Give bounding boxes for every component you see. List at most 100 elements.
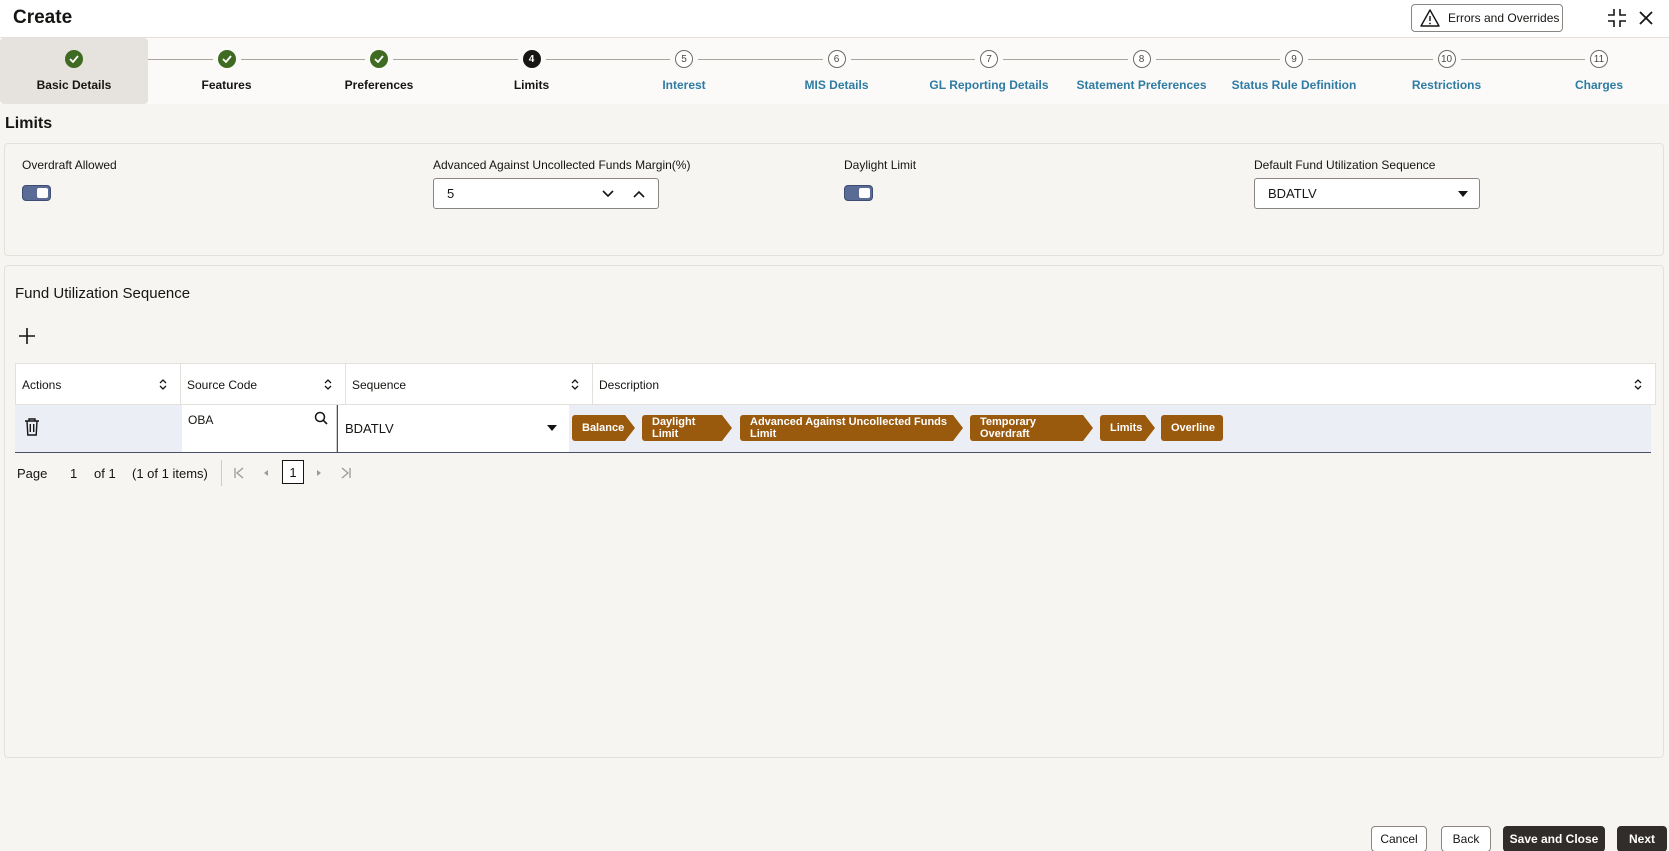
step-label: Preferences — [344, 78, 414, 92]
collapse-icon[interactable] — [1607, 8, 1627, 28]
chevron-down-icon[interactable] — [602, 189, 614, 199]
step-number: 10 — [1437, 50, 1456, 68]
default-fus-select[interactable]: BDATLV — [1254, 178, 1480, 209]
overdraft-allowed-toggle[interactable] — [22, 185, 51, 201]
sequence-select[interactable]: BDATLV — [337, 405, 569, 452]
aucf-margin-label: Advanced Against Uncollected Funds Margi… — [433, 158, 691, 172]
errors-and-overrides-label: Errors and Overrides — [1448, 11, 1560, 25]
default-fus-value: BDATLV — [1268, 186, 1317, 201]
step-label: Charges — [1574, 78, 1624, 92]
section-title: Limits — [5, 115, 53, 132]
chip-balance: Balance — [572, 415, 635, 441]
step-gl-reporting-details[interactable]: 7 GL Reporting Details — [915, 38, 1063, 104]
step-preferences[interactable]: Preferences — [305, 38, 453, 104]
step-number: 9 — [1285, 50, 1303, 68]
sort-icon[interactable] — [570, 378, 580, 391]
step-label: Features — [201, 78, 252, 92]
page-total: of 1 — [94, 466, 116, 481]
step-number: 6 — [827, 50, 846, 68]
check-icon — [65, 50, 83, 68]
column-label: Actions — [22, 377, 62, 392]
toggle-knob — [37, 188, 48, 198]
aucf-margin-value: 5 — [447, 186, 455, 201]
step-statement-preferences[interactable]: 8 Statement Preferences — [1068, 38, 1216, 104]
step-label: GL Reporting Details — [929, 78, 1049, 92]
chevron-up-icon[interactable] — [633, 189, 645, 199]
close-icon[interactable] — [1637, 9, 1655, 27]
source-code-field[interactable]: OBA — [182, 405, 337, 452]
last-page-icon[interactable] — [340, 466, 352, 480]
fus-table: Actions Source Code Sequence Description… — [15, 363, 1656, 453]
step-charges[interactable]: 11 Charges — [1525, 38, 1669, 104]
column-label: Description — [599, 377, 660, 392]
current-page-button[interactable]: 1 — [282, 460, 304, 484]
check-icon — [217, 50, 236, 68]
overdraft-allowed-label: Overdraft Allowed — [22, 158, 117, 172]
step-limits[interactable]: 4 Limits — [458, 38, 606, 104]
step-label: Basic Details — [36, 78, 112, 92]
pager-divider — [221, 460, 222, 486]
aucf-margin-stepper[interactable]: 5 — [433, 178, 659, 209]
save-and-close-button[interactable]: Save and Close — [1503, 826, 1605, 851]
column-label: Source Code — [187, 377, 258, 392]
step-number: 5 — [675, 50, 693, 68]
previous-page-icon[interactable] — [260, 466, 272, 480]
sort-icon[interactable] — [323, 378, 333, 391]
step-mis-details[interactable]: 6 MIS Details — [763, 38, 911, 104]
step-label: Interest — [662, 78, 706, 92]
next-button[interactable]: Next — [1617, 826, 1667, 851]
step-label: Status Rule Definition — [1231, 78, 1357, 92]
caret-down-icon — [1458, 191, 1468, 197]
cancel-button[interactable]: Cancel — [1371, 826, 1427, 851]
step-interest[interactable]: 5 Interest — [610, 38, 758, 104]
errors-and-overrides-button[interactable]: Errors and Overrides — [1411, 4, 1563, 32]
step-label: Restrictions — [1411, 78, 1482, 92]
step-label: Limits — [513, 78, 550, 92]
chip-daylight-limit: Daylight Limit — [642, 415, 732, 441]
sort-icon[interactable] — [1633, 378, 1643, 391]
column-header-actions[interactable]: Actions — [16, 364, 181, 405]
step-number: 7 — [980, 50, 998, 68]
chip-temporary-overdraft: Temporary Overdraft — [970, 415, 1093, 441]
table-row[interactable]: OBA BDATLV Balance Daylight Limit Advanc… — [15, 405, 1651, 453]
step-label: MIS Details — [804, 78, 869, 92]
caret-down-icon — [547, 425, 557, 431]
source-code-value: OBA — [188, 413, 214, 427]
first-page-icon[interactable] — [233, 466, 245, 480]
table-header: Actions Source Code Sequence Description — [15, 363, 1656, 405]
trash-icon[interactable] — [24, 418, 40, 436]
column-header-source-code[interactable]: Source Code — [181, 364, 346, 405]
warning-icon — [1420, 9, 1440, 27]
step-label: Statement Preferences — [1076, 78, 1207, 92]
step-features[interactable]: Features — [153, 38, 301, 104]
daylight-limit-toggle[interactable] — [844, 185, 873, 201]
sequence-value: BDATLV — [345, 421, 394, 436]
search-icon[interactable] — [314, 411, 328, 425]
toggle-knob — [859, 188, 870, 198]
step-restrictions[interactable]: 10 Restrictions — [1373, 38, 1521, 104]
page-label: Page — [17, 466, 48, 481]
chip-aucf-limit: Advanced Against Uncollected Funds Limit — [740, 415, 963, 441]
step-number: 11 — [1590, 50, 1608, 68]
back-button[interactable]: Back — [1441, 826, 1491, 851]
header-bar: Create Errors and Overrides — [0, 0, 1669, 38]
column-header-sequence[interactable]: Sequence — [346, 364, 593, 405]
chip-overline: Overline — [1161, 415, 1223, 441]
chip-limits: Limits — [1100, 415, 1155, 441]
fund-utilization-panel: Fund Utilization Sequence Actions Source… — [4, 265, 1664, 758]
add-icon[interactable] — [17, 326, 37, 346]
column-header-description[interactable]: Description — [593, 364, 1655, 405]
wizard-stepper: Basic Details Features Preferences 4 Limits 5… — [0, 38, 1669, 104]
fus-title: Fund Utilization Sequence — [15, 285, 191, 302]
page-title: Create — [13, 7, 73, 28]
column-label: Sequence — [352, 377, 407, 392]
limits-panel: Overdraft Allowed Advanced Against Uncol… — [4, 143, 1664, 256]
next-page-icon[interactable] — [313, 466, 325, 480]
page-number-input[interactable]: 1 — [70, 466, 77, 481]
sort-icon[interactable] — [158, 378, 168, 391]
items-count: (1 of 1 items) — [132, 466, 208, 481]
step-status-rule-definition[interactable]: 9 Status Rule Definition — [1220, 38, 1368, 104]
step-number: 8 — [1132, 50, 1151, 68]
step-number: 4 — [522, 50, 541, 68]
step-basic-details[interactable]: Basic Details — [0, 38, 148, 104]
